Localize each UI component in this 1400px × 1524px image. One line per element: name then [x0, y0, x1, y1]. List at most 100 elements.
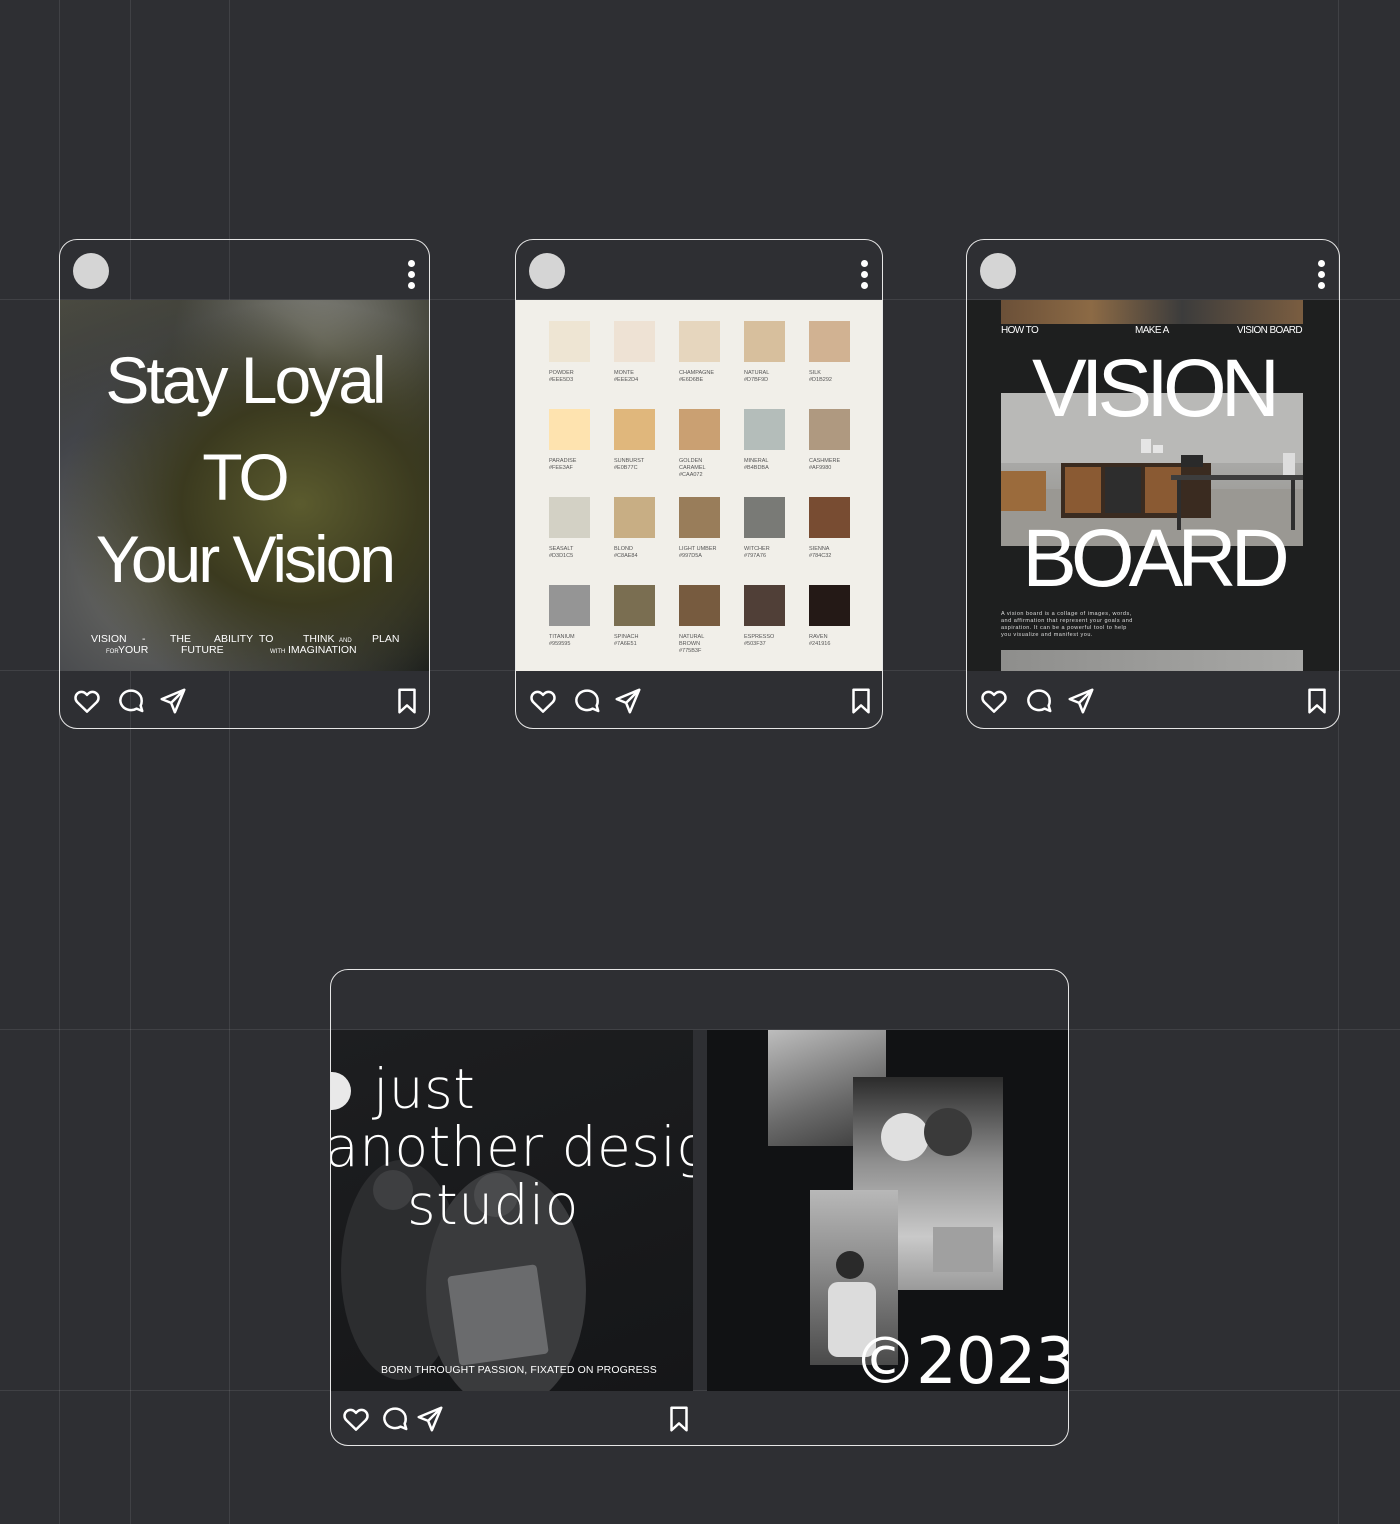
post-title-line: Your Vision — [95, 522, 396, 596]
swatch-label: MONTE #EEE2D4 — [614, 370, 639, 383]
grid-line — [229, 0, 230, 1524]
footer-word: TO — [259, 633, 274, 645]
color-swatch — [679, 409, 720, 450]
big-title: BOARD — [1022, 513, 1290, 604]
swatch-label: MINERAL #B4BDBA — [744, 458, 769, 471]
swatch-label: RAVEN #241916 — [809, 634, 831, 647]
post-card-vision-board: HOW TO MAKE A VISION BOARD VISION BOARD … — [966, 239, 1340, 729]
swatch-label: CASHMERE #AF9980 — [809, 458, 841, 471]
footer-word: FUTURE — [181, 644, 224, 656]
grid-line — [1338, 0, 1339, 1524]
comment-icon[interactable] — [116, 686, 146, 716]
description-text: A vision board is a collage of images, w… — [1001, 611, 1133, 638]
color-swatch — [614, 321, 655, 362]
swatch-label: NATURAL #D7BF9D — [744, 370, 770, 383]
swatch-label: ESPRESSO #503F37 — [744, 634, 775, 647]
color-swatch — [679, 585, 720, 626]
swatch-label: WITCHER #797A76 — [744, 546, 770, 559]
footer-word: YOUR — [118, 644, 149, 656]
heart-icon[interactable] — [72, 686, 102, 716]
heart-icon[interactable] — [528, 686, 558, 716]
swatch-label: SIENNA #784C32 — [809, 546, 832, 559]
post-actions — [60, 672, 429, 728]
comment-icon[interactable] — [572, 686, 602, 716]
heart-icon[interactable] — [341, 1404, 371, 1434]
more-vertical-icon[interactable] — [861, 260, 869, 293]
comment-icon[interactable] — [1024, 686, 1054, 716]
swatch-label: TITANIUM #959595 — [549, 634, 575, 647]
post-actions — [516, 672, 882, 728]
color-swatch — [679, 321, 720, 362]
swatch-label: SEASALT #D3D1C5 — [549, 546, 574, 559]
send-icon[interactable] — [415, 1404, 445, 1434]
room-photo-strip — [1001, 300, 1303, 324]
footer-word: FOR — [106, 649, 119, 655]
color-swatch — [744, 321, 785, 362]
header-text: HOW TO — [1001, 325, 1039, 336]
bookmark-icon[interactable] — [1302, 686, 1332, 716]
color-swatch — [614, 409, 655, 450]
color-swatch — [809, 585, 850, 626]
post-title-line: TO — [202, 440, 289, 514]
send-icon[interactable] — [613, 686, 643, 716]
more-vertical-icon[interactable] — [1318, 260, 1326, 293]
color-swatch — [809, 409, 850, 450]
avatar[interactable] — [73, 253, 109, 289]
post-image: Stay Loyal TO Your Vision VISION - THE A… — [60, 300, 429, 671]
color-swatch — [744, 497, 785, 538]
color-swatch — [549, 585, 590, 626]
swatch-label: CHAMPAGNE #E6D6BE — [679, 370, 715, 383]
post-card-color-palette: POWDER #EEE5D3 MONTE #EEE2D4 CHAMPAGNE #E6… — [515, 239, 883, 729]
footer-word: PLAN — [372, 633, 400, 645]
header-text: MAKE A — [1135, 325, 1169, 336]
color-swatch — [809, 321, 850, 362]
title-line: studio — [407, 1173, 579, 1237]
bookmark-icon[interactable] — [846, 686, 876, 716]
comment-icon[interactable] — [380, 1404, 410, 1434]
color-swatch — [549, 321, 590, 362]
color-swatch — [744, 585, 785, 626]
swatch-label: NATURAL BROWN #775B3F — [679, 634, 705, 654]
post-card-design-studio: just another design studio BORN THROUGHT… — [330, 969, 1069, 1446]
heart-icon[interactable] — [979, 686, 1009, 716]
send-icon[interactable] — [1066, 686, 1096, 716]
color-swatch — [679, 497, 720, 538]
color-swatch — [614, 497, 655, 538]
grid-line — [59, 0, 60, 1524]
swatch-label: LIGHT UMBER #997D5A — [679, 546, 717, 559]
color-swatch — [744, 409, 785, 450]
big-title: VISION — [1032, 343, 1280, 434]
swatch-label: BLOND #C8AE84 — [614, 546, 638, 559]
header-text: VISION BOARD — [1237, 325, 1303, 336]
avatar[interactable] — [980, 253, 1016, 289]
color-swatch — [549, 497, 590, 538]
swatch-label: SILK #D1B292 — [809, 370, 832, 383]
footer-word: IMAGINATION — [288, 644, 357, 656]
bookmark-icon[interactable] — [664, 1404, 694, 1434]
post-card-stay-loyal: Stay Loyal TO Your Vision VISION - THE A… — [59, 239, 430, 729]
post-image: HOW TO MAKE A VISION BOARD VISION BOARD … — [967, 300, 1339, 671]
post-actions — [331, 1390, 1068, 1445]
carousel-image: just another design studio BORN THROUGHT… — [331, 1030, 1068, 1391]
avatar[interactable] — [529, 253, 565, 289]
grid-line — [130, 0, 131, 1524]
more-vertical-icon[interactable] — [408, 260, 416, 293]
carousel-slide-left: just another design studio BORN THROUGHT… — [331, 1030, 693, 1391]
year-label: ©2023 — [853, 1325, 1068, 1391]
tagline: BORN THROUGHT PASSION, FIXATED ON PROGRE… — [381, 1364, 657, 1376]
swatch-label: GOLDEN CARAMEL #CAA072 — [679, 458, 706, 478]
swatch-label: SUNBURST #E0B77C — [614, 458, 645, 471]
post-actions — [967, 672, 1339, 728]
color-swatch — [809, 497, 850, 538]
send-icon[interactable] — [158, 686, 188, 716]
swatch-label: SPINACH #7A6E51 — [614, 634, 639, 647]
bookmark-icon[interactable] — [392, 686, 422, 716]
footer-word: WITH — [270, 649, 286, 655]
color-palette-image: POWDER #EEE5D3 MONTE #EEE2D4 CHAMPAGNE #E6… — [516, 300, 882, 671]
post-title-line: Stay Loyal — [105, 343, 386, 417]
swatch-label: POWDER #EEE5D3 — [549, 370, 574, 383]
title-line: just — [373, 1057, 476, 1121]
room-photo-strip — [1001, 650, 1303, 671]
title-line: another design — [331, 1115, 693, 1179]
color-swatch — [614, 585, 655, 626]
